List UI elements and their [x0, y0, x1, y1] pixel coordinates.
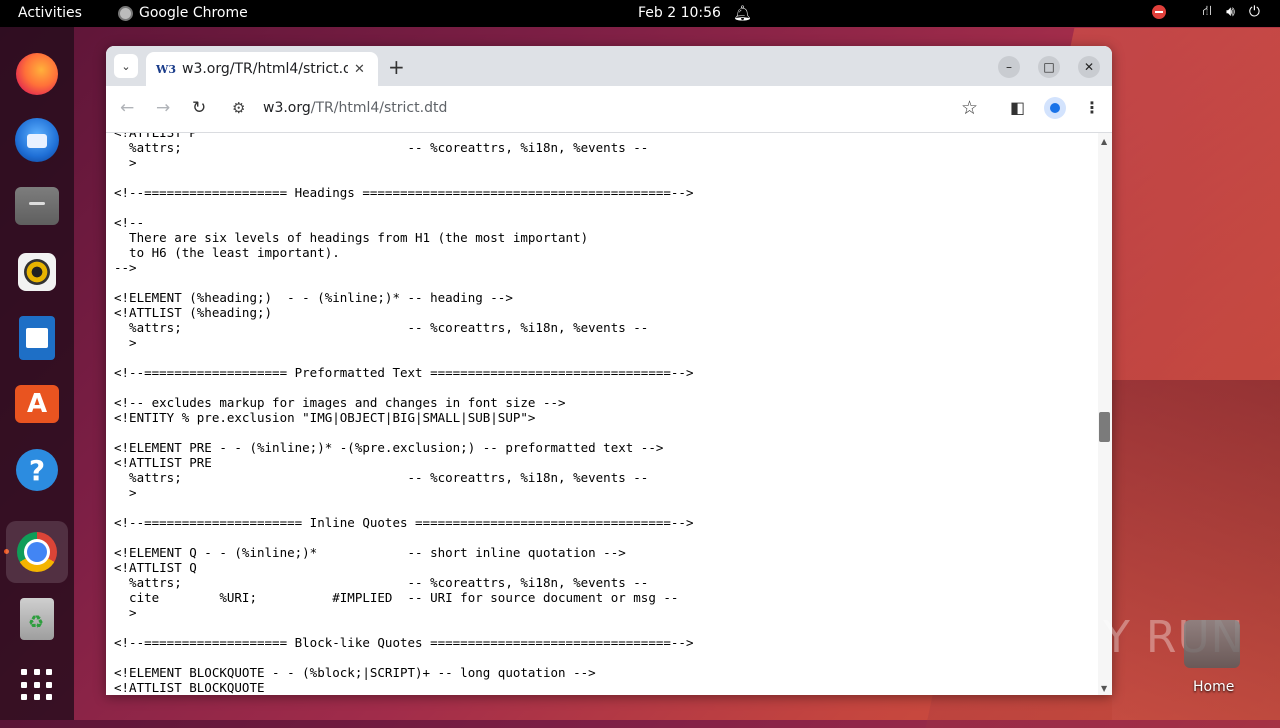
scroll-down-arrow-icon[interactable]: ▼ [1101, 684, 1107, 693]
forward-button[interactable]: → [156, 98, 170, 118]
minimize-icon: – [1006, 60, 1012, 74]
close-window-button[interactable]: ✕ [1078, 56, 1100, 78]
dock-chrome[interactable] [6, 521, 68, 583]
toolbar: ← → ↻ ⚙ w3.org/TR/html4/strict.dtd ☆ ◧ ⋮ [106, 86, 1112, 133]
trash-icon [20, 598, 54, 640]
url-text: w3.org/TR/html4/strict.dtd [263, 100, 447, 116]
address-bar[interactable]: ⚙ w3.org/TR/html4/strict.dtd ☆ [224, 91, 992, 127]
app-menu-label: Google Chrome [139, 5, 248, 21]
dock-writer[interactable] [13, 314, 61, 362]
rhythmbox-icon [18, 253, 56, 291]
dock-show-apps[interactable] [13, 661, 61, 709]
chevron-down-icon: ⌄ [121, 59, 131, 73]
clock[interactable]: Feb 2 10:56 [638, 5, 721, 21]
new-tab-button[interactable]: + [388, 55, 405, 79]
thunderbird-icon [15, 118, 59, 162]
tab-title: w3.org/TR/html4/strict.dtd [182, 61, 348, 77]
dock-trash[interactable] [13, 595, 61, 643]
chrome-window: ⌄ W3 w3.org/TR/html4/strict.dtd ✕ + – □ … [106, 46, 1112, 695]
volume-icon: 🔊︎ [1226, 4, 1235, 20]
dock-rhythmbox[interactable] [13, 248, 61, 296]
tab-strip: ⌄ W3 w3.org/TR/html4/strict.dtd ✕ + – □ … [106, 46, 1112, 86]
profile-icon [1050, 103, 1060, 113]
firefox-icon [16, 53, 58, 95]
tab-search-button[interactable]: ⌄ [114, 54, 138, 78]
help-icon: ? [16, 449, 58, 491]
activities-button[interactable]: Activities [18, 5, 82, 21]
network-icon: ⛙ [1202, 3, 1213, 19]
site-info-icon[interactable]: ⚙ [232, 99, 245, 117]
menu-kebab-icon[interactable]: ⋮ [1084, 98, 1100, 117]
scrollbar-thumb[interactable] [1099, 412, 1110, 442]
power-icon: ⏻ [1248, 4, 1260, 20]
dock-files[interactable] [13, 182, 61, 230]
wallpaper-shape [1112, 380, 1280, 720]
notification-bell-icon: 🔔︎ [733, 4, 753, 22]
minimize-button[interactable]: – [998, 56, 1020, 78]
app-menu[interactable]: Google Chrome [118, 5, 248, 21]
profile-avatar[interactable] [1044, 97, 1066, 119]
dock-thunderbird[interactable] [13, 116, 61, 164]
url-host: w3.org [263, 100, 311, 116]
app-center-icon: A [15, 385, 59, 423]
dtd-source-text: <!ATTLIST P %attrs; -- %coreattrs, %i18n… [114, 133, 694, 695]
scroll-up-arrow-icon[interactable]: ▲ [1101, 137, 1107, 146]
dock: A ? [0, 27, 74, 720]
tab-close-icon[interactable]: ✕ [354, 62, 365, 77]
files-icon [15, 187, 59, 225]
page-content: <!ATTLIST P %attrs; -- %coreattrs, %i18n… [106, 133, 1098, 695]
home-folder-label: Home [1193, 679, 1235, 695]
chrome-icon [118, 5, 133, 21]
maximize-button[interactable]: □ [1038, 56, 1060, 78]
back-button[interactable]: ← [120, 98, 134, 118]
bookmark-star-icon[interactable]: ☆ [961, 97, 978, 119]
chrome-icon [17, 532, 57, 572]
reload-button[interactable]: ↻ [192, 98, 206, 118]
libreoffice-writer-icon [19, 316, 55, 360]
home-folder-icon[interactable] [1184, 620, 1240, 668]
close-icon: ✕ [1083, 60, 1095, 74]
vertical-scrollbar[interactable]: ▲ ▼ [1098, 133, 1112, 695]
show-apps-icon [21, 669, 53, 701]
w3c-favicon-icon: W3 [156, 62, 177, 76]
dock-help[interactable]: ? [13, 446, 61, 494]
dock-app-center[interactable]: A [13, 380, 61, 428]
side-panel-icon[interactable]: ◧ [1010, 98, 1025, 117]
system-tray[interactable]: ⛙ 🔊︎ ⏻ [1152, 3, 1260, 21]
dock-firefox[interactable] [13, 50, 61, 98]
url-path: /TR/html4/strict.dtd [310, 100, 448, 116]
tab-strict-dtd[interactable]: W3 w3.org/TR/html4/strict.dtd ✕ [146, 52, 378, 86]
do-not-disturb-icon [1152, 5, 1167, 19]
top-bar: Activities Google Chrome Feb 2 10:56 🔔︎ … [0, 0, 1280, 27]
maximize-icon: □ [1043, 60, 1055, 74]
